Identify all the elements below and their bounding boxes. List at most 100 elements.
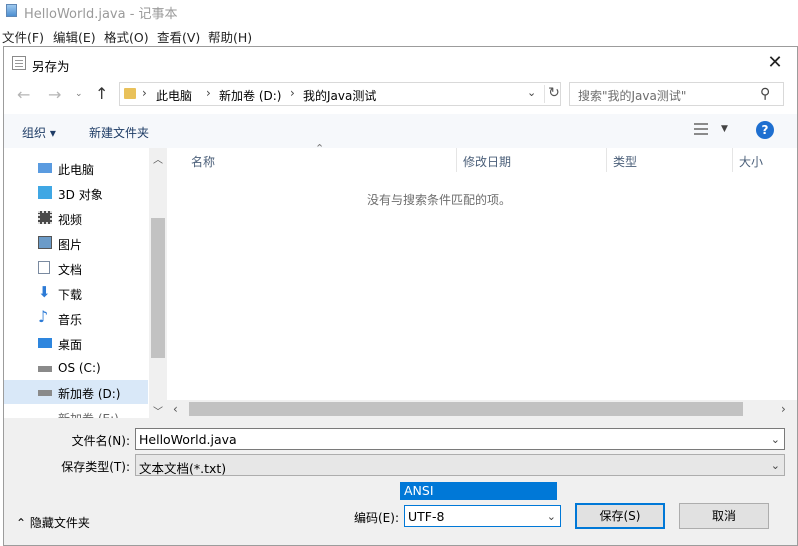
column-size[interactable]: 大小 [739, 153, 763, 170]
nav-item-downloads[interactable]: ⬇ 下载 [4, 281, 148, 305]
cube-icon [38, 186, 52, 199]
file-type-label: 保存类型(T): [61, 460, 130, 474]
nav-label: 新加卷 (E:) [58, 410, 119, 418]
nav-item-drive-e[interactable]: 新加卷 (E:) [4, 406, 148, 418]
document-icon [38, 261, 50, 274]
cancel-button[interactable]: 取消 [679, 503, 769, 529]
close-icon[interactable]: ✕ [761, 51, 789, 75]
encoding-label: 编码(E): [354, 511, 399, 525]
chevron-up-icon: ⌃ [16, 516, 30, 530]
nav-label: 视频 [58, 213, 83, 227]
nav-item-videos[interactable]: 视频 [4, 206, 148, 230]
nav-label: 音乐 [58, 313, 83, 327]
horizontal-scroll-thumb[interactable] [189, 402, 743, 416]
computer-icon [38, 163, 52, 173]
video-icon [38, 211, 52, 224]
encoding-option-ansi[interactable]: ANSI [400, 482, 557, 500]
view-dropdown-icon[interactable]: ▼ [721, 124, 728, 134]
nav-item-this-pc[interactable]: 此电脑 [4, 156, 148, 180]
nav-item-documents[interactable]: 文档 [4, 256, 148, 280]
forward-arrow-icon[interactable]: → [48, 85, 61, 104]
horizontal-scrollbar[interactable]: ‹ › [167, 400, 797, 418]
nav-item-3d-objects[interactable]: 3D 对象 [4, 181, 148, 205]
encoding-option-label: ANSI [404, 483, 434, 498]
command-toolbar: 组织 ▾ 新建文件夹 ▼ ? [4, 114, 797, 148]
drive-icon [38, 366, 52, 372]
filename-value: HelloWorld.java [139, 432, 237, 447]
recent-locations-icon[interactable]: ⌄ [75, 89, 83, 99]
encoding-select[interactable]: UTF-8 ⌄ [404, 505, 561, 527]
menu-format[interactable]: 格式(O) [104, 27, 149, 46]
nav-scrollbar[interactable]: ︿ ﹀ [149, 148, 167, 418]
menu-file[interactable]: 文件(F) [2, 27, 44, 46]
encoding-value: UTF-8 [408, 509, 445, 524]
notepad-app-icon [6, 4, 17, 17]
nav-item-drive-c[interactable]: OS (C:) [4, 356, 148, 380]
column-name[interactable]: 名称 [191, 153, 215, 170]
search-icon[interactable]: ⚲ [760, 86, 770, 102]
chevron-down-icon[interactable]: ⌄ [527, 86, 536, 99]
navigation-pane: 此电脑 3D 对象 视频 图片 文档 ⬇ 下载 ♪ 音乐 桌面 OS (C:) … [4, 148, 167, 418]
view-options-icon[interactable] [694, 123, 708, 135]
nav-label: 此电脑 [58, 163, 95, 177]
chevron-down-icon[interactable]: ⌄ [547, 510, 556, 523]
address-bar[interactable]: › 此电脑 › 新加卷 (D:) › 我的Java测试 ⌄ ↻ [119, 82, 561, 106]
nav-label: 图片 [58, 238, 83, 252]
scroll-up-icon[interactable]: ︿ [153, 151, 163, 166]
chevron-right-icon[interactable]: › [290, 86, 295, 100]
scroll-right-icon[interactable]: › [781, 402, 786, 416]
notepad-title: HelloWorld.java - 记事本 [24, 7, 178, 22]
breadcrumb-this-pc[interactable]: 此电脑 [156, 87, 192, 104]
search-box[interactable]: 搜索"我的Java测试" ⚲ [569, 82, 784, 106]
nav-item-pictures[interactable]: 图片 [4, 231, 148, 255]
chevron-right-icon[interactable]: › [142, 86, 147, 100]
filename-label: 文件名(N): [71, 434, 130, 448]
file-type-value: 文本文档(*.txt) [139, 461, 227, 476]
column-divider[interactable] [456, 148, 457, 172]
breadcrumb-java-folder[interactable]: 我的Java测试 [303, 87, 376, 104]
dialog-title: 另存为 [32, 59, 70, 74]
menu-edit[interactable]: 编辑(E) [53, 27, 96, 46]
menu-help[interactable]: 帮助(H) [208, 27, 252, 46]
hide-folders-label: 隐藏文件夹 [29, 516, 90, 530]
save-button[interactable]: 保存(S) [575, 503, 665, 529]
scroll-down-icon[interactable]: ﹀ [153, 403, 163, 418]
nav-label: OS (C:) [58, 361, 101, 375]
drive-icon [38, 390, 52, 396]
file-list: ⌃ 名称 修改日期 类型 大小 没有与搜索条件匹配的项。 [167, 142, 797, 418]
file-type-select[interactable]: 文本文档(*.txt) ⌄ [135, 454, 785, 476]
organize-button[interactable]: 组织 ▾ [22, 124, 56, 141]
download-icon: ⬇ [38, 283, 51, 301]
notepad-titlebar: HelloWorld.java - 记事本 [0, 0, 798, 22]
chevron-right-icon[interactable]: › [206, 86, 211, 100]
hide-folders-button[interactable]: ⌃ 隐藏文件夹 [16, 514, 90, 531]
nav-label: 文档 [58, 263, 83, 277]
column-divider[interactable] [606, 148, 607, 172]
help-icon[interactable]: ? [756, 121, 774, 139]
breadcrumb-drive-d[interactable]: 新加卷 (D:) [219, 87, 281, 104]
filename-input[interactable]: HelloWorld.java ⌄ [135, 428, 785, 450]
refresh-icon[interactable]: ↻ [544, 85, 563, 103]
scroll-left-icon[interactable]: ‹ [173, 402, 178, 416]
column-date-modified[interactable]: 修改日期 [463, 153, 511, 170]
nav-item-music[interactable]: ♪ 音乐 [4, 306, 148, 330]
back-arrow-icon[interactable]: ← [17, 85, 30, 104]
folder-icon [124, 88, 136, 99]
picture-icon [38, 236, 52, 249]
column-type[interactable]: 类型 [613, 153, 637, 170]
column-divider[interactable] [732, 148, 733, 172]
nav-label: 新加卷 (D:) [58, 387, 121, 401]
search-input[interactable]: 搜索"我的Java测试" [578, 87, 686, 104]
chevron-down-icon[interactable]: ⌄ [771, 459, 780, 472]
music-icon: ♪ [38, 307, 49, 326]
chevron-down-icon[interactable]: ⌄ [771, 433, 780, 446]
nav-item-drive-d[interactable]: 新加卷 (D:) [4, 380, 148, 404]
up-arrow-icon[interactable]: ↑ [95, 84, 108, 103]
new-folder-button[interactable]: 新建文件夹 [89, 124, 149, 141]
menu-view[interactable]: 查看(V) [157, 27, 200, 46]
save-as-dialog: 另存为 ✕ ← → ⌄ ↑ › 此电脑 › 新加卷 (D:) › 我的Java测… [3, 46, 798, 546]
nav-scroll-thumb[interactable] [151, 218, 165, 358]
nav-label: 下载 [58, 288, 83, 302]
nav-item-desktop[interactable]: 桌面 [4, 331, 148, 355]
empty-message: 没有与搜索条件匹配的项。 [367, 193, 512, 207]
